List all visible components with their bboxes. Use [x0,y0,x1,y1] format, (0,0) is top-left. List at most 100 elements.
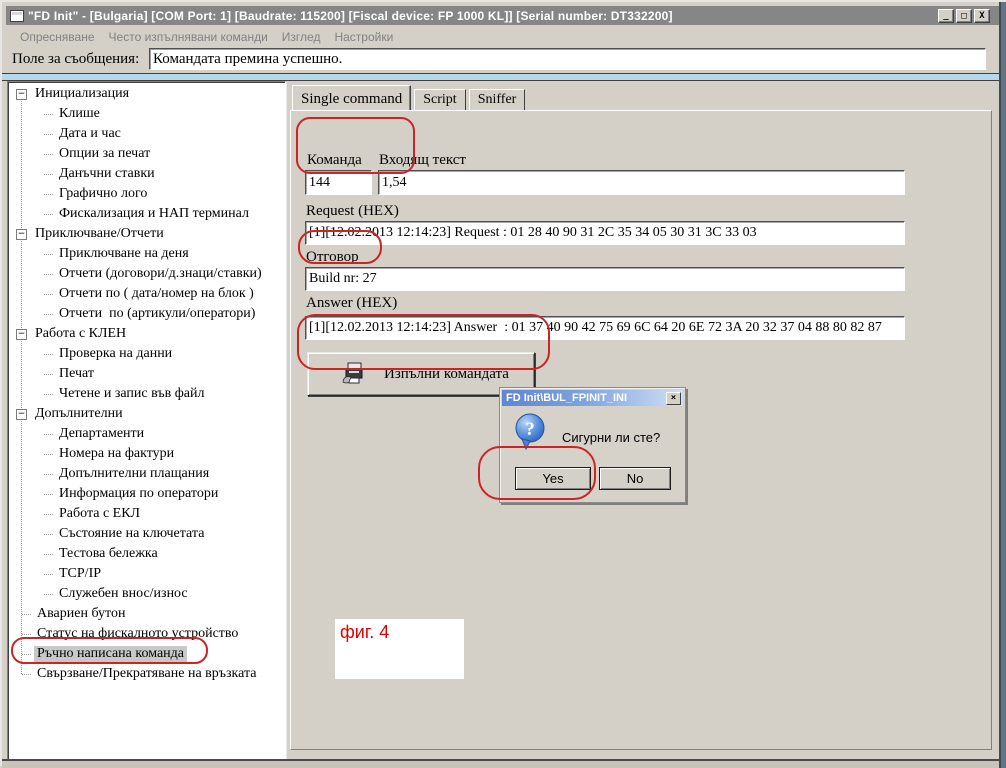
message-field[interactable]: Командата премина успешно. [149,48,986,70]
tree-item[interactable]: −Приключване/Отчети [10,224,283,244]
tree-item[interactable]: Дата и час [10,124,283,144]
tree-item[interactable]: Работа с ЕКЛ [10,504,283,524]
tree-item[interactable]: Проверка на данни [10,344,283,364]
tree-item[interactable]: Статус на фискалното устройство [10,624,283,644]
tab-strip: Single commandScriptSniffer [292,85,528,111]
tree-item-label: Приключване на деня [56,246,192,262]
tree-item-label: Номера на фактури [56,446,177,462]
answer-hex-field[interactable]: [1][12.02.2013 12:14:23] Answer : 01 37 … [305,316,905,340]
tree-item[interactable]: −Работа с КЛЕН [10,324,283,344]
tree-item-label: Проверка на данни [56,346,175,362]
tree-item-label: Инициализация [32,86,132,102]
execute-command-label: Изпълни командата [384,366,509,383]
menu-item-3[interactable]: Настройки [334,30,393,44]
request-hex-field[interactable]: [1][12.02.2013 12:14:23] Request : 01 28… [305,221,905,245]
tree-item[interactable]: Графично лого [10,184,283,204]
menu-item-0[interactable]: Опресняване [20,30,95,44]
tree-item[interactable]: −Инициализация [10,84,283,104]
tree-item-label: Свързване/Прекратяване на връзката [34,666,260,682]
tree-item[interactable]: Състояние на ключетата [10,524,283,544]
message-field-label: Поле за съобщения: [12,51,139,68]
dialog-message: Сигурни ли сте? [562,430,660,445]
dialog-title: FD Init\BUL_FPINIT_INI [506,392,666,404]
tree-item-label: Четене и запис във файл [56,386,207,402]
tree-item[interactable]: Опции за печат [10,144,283,164]
dialog-close-icon[interactable]: × [666,392,681,405]
minimize-button[interactable]: _ [938,9,954,23]
request-hex-label: Request (HEX) [306,203,399,220]
tree-item[interactable]: Департаменти [10,424,283,444]
tree-item-label: Отчети (договори/д.знаци/ставки) [56,266,265,282]
tree-item-label: Авариен бутон [34,606,128,622]
tree-item-label: Дата и час [56,126,124,142]
tree-item-label: Опции за печат [56,146,153,162]
tree-item[interactable]: Печат [10,364,283,384]
command-input[interactable]: 144 [305,170,372,195]
answer-hex-label: Answer (HEX) [306,295,397,312]
tree-item[interactable]: Фискализация и НАП терминал [10,204,283,224]
collapse-icon[interactable]: − [16,409,27,420]
tree-item[interactable]: Приключване на деня [10,244,283,264]
tree-item[interactable]: Служебен внос/износ [10,584,283,604]
dialog-title-bar[interactable]: FD Init\BUL_FPINIT_INI × [502,390,683,406]
tree-item-label: Тестова бележка [56,546,161,562]
menu-item-2[interactable]: Изглед [282,30,321,44]
tree-item[interactable]: Клише [10,104,283,124]
yes-button[interactable]: Yes [515,467,591,490]
tree-item[interactable]: Данъчни ставки [10,164,283,184]
response-field[interactable]: Build nr: 27 [305,267,905,291]
tree-view: −ИнициализацияКлишеДата и часОпции за пе… [10,84,283,757]
question-icon: ? [512,412,550,452]
message-bar: Поле за съобщения: Командата премина усп… [2,47,1006,72]
title-bar: "FD Init" - [Bulgaria] [COM Port: 1] [Ba… [6,6,1000,25]
tree-item-label: Ръчно написана команда [34,646,187,662]
horizontal-splitter [2,73,1006,81]
tree-item[interactable]: Отчети (договори/д.знаци/ставки) [10,264,283,284]
tree-item-label: Фискализация и НАП терминал [56,206,252,222]
app-icon [10,10,24,22]
figure-caption-box: фиг. 4 [335,619,464,679]
input-text-input[interactable]: 1,54 [378,170,905,195]
command-label: Команда [307,152,362,169]
collapse-icon[interactable]: − [16,229,27,240]
tree-item-label: Приключване/Отчети [32,226,167,242]
tree-item-label: Състояние на ключетата [56,526,207,542]
tree-item-label: Печат [56,366,97,382]
tree-item[interactable]: TCP/IP [10,564,283,584]
window-edge-bottom [2,759,1006,768]
tree-item[interactable]: Допълнителни плащания [10,464,283,484]
menu-bar: Опресняване Често изпълнявани команди Изгл… [6,28,1000,46]
maximize-button[interactable]: □ [956,9,972,23]
tab-script[interactable]: Script [414,89,465,111]
tree-item[interactable]: Тестова бележка [10,544,283,564]
navigation-tree-panel: −ИнициализацияКлишеДата и часОпции за пе… [7,81,286,760]
response-label: Отговор [306,249,359,266]
tree-item[interactable]: Отчети по ( дата/номер на блок ) [10,284,283,304]
window-title: "FD Init" - [Bulgaria] [COM Port: 1] [Ba… [28,9,938,23]
tree-item[interactable]: Авариен бутон [10,604,283,624]
close-button[interactable]: X [974,9,990,23]
tab-single-command[interactable]: Single command [292,85,411,111]
tree-item[interactable]: −Допълнителни [10,404,283,424]
window-edge-right [999,2,1006,768]
tree-item[interactable]: Номера на фактури [10,444,283,464]
tree-item-label: Данъчни ставки [56,166,158,182]
tree-item[interactable]: Отчети по (артикули/оператори) [10,304,283,324]
tree-item[interactable]: Четене и запис във файл [10,384,283,404]
tab-sniffer[interactable]: Sniffer [469,89,526,111]
no-button[interactable]: No [599,467,671,490]
tree-item[interactable]: Свързване/Прекратяване на връзката [10,664,283,684]
collapse-icon[interactable]: − [16,89,27,100]
tree-item[interactable]: Ръчно написана команда [10,644,283,664]
tree-item-label: Графично лого [56,186,150,202]
figure-caption: фиг. 4 [335,619,464,646]
tree-item[interactable]: Информация по оператори [10,484,283,504]
collapse-icon[interactable]: − [16,329,27,340]
tree-item-label: Служебен внос/износ [56,586,191,602]
menu-item-1[interactable]: Често изпълнявани команди [109,30,268,44]
tree-item-label: Статус на фискалното устройство [34,626,241,642]
tree-item-label: Работа с КЛЕН [32,326,129,342]
tree-item-label: Отчети по (артикули/оператори) [56,306,258,322]
printer-icon [340,361,366,387]
tree-item-label: Допълнителни [32,406,126,422]
